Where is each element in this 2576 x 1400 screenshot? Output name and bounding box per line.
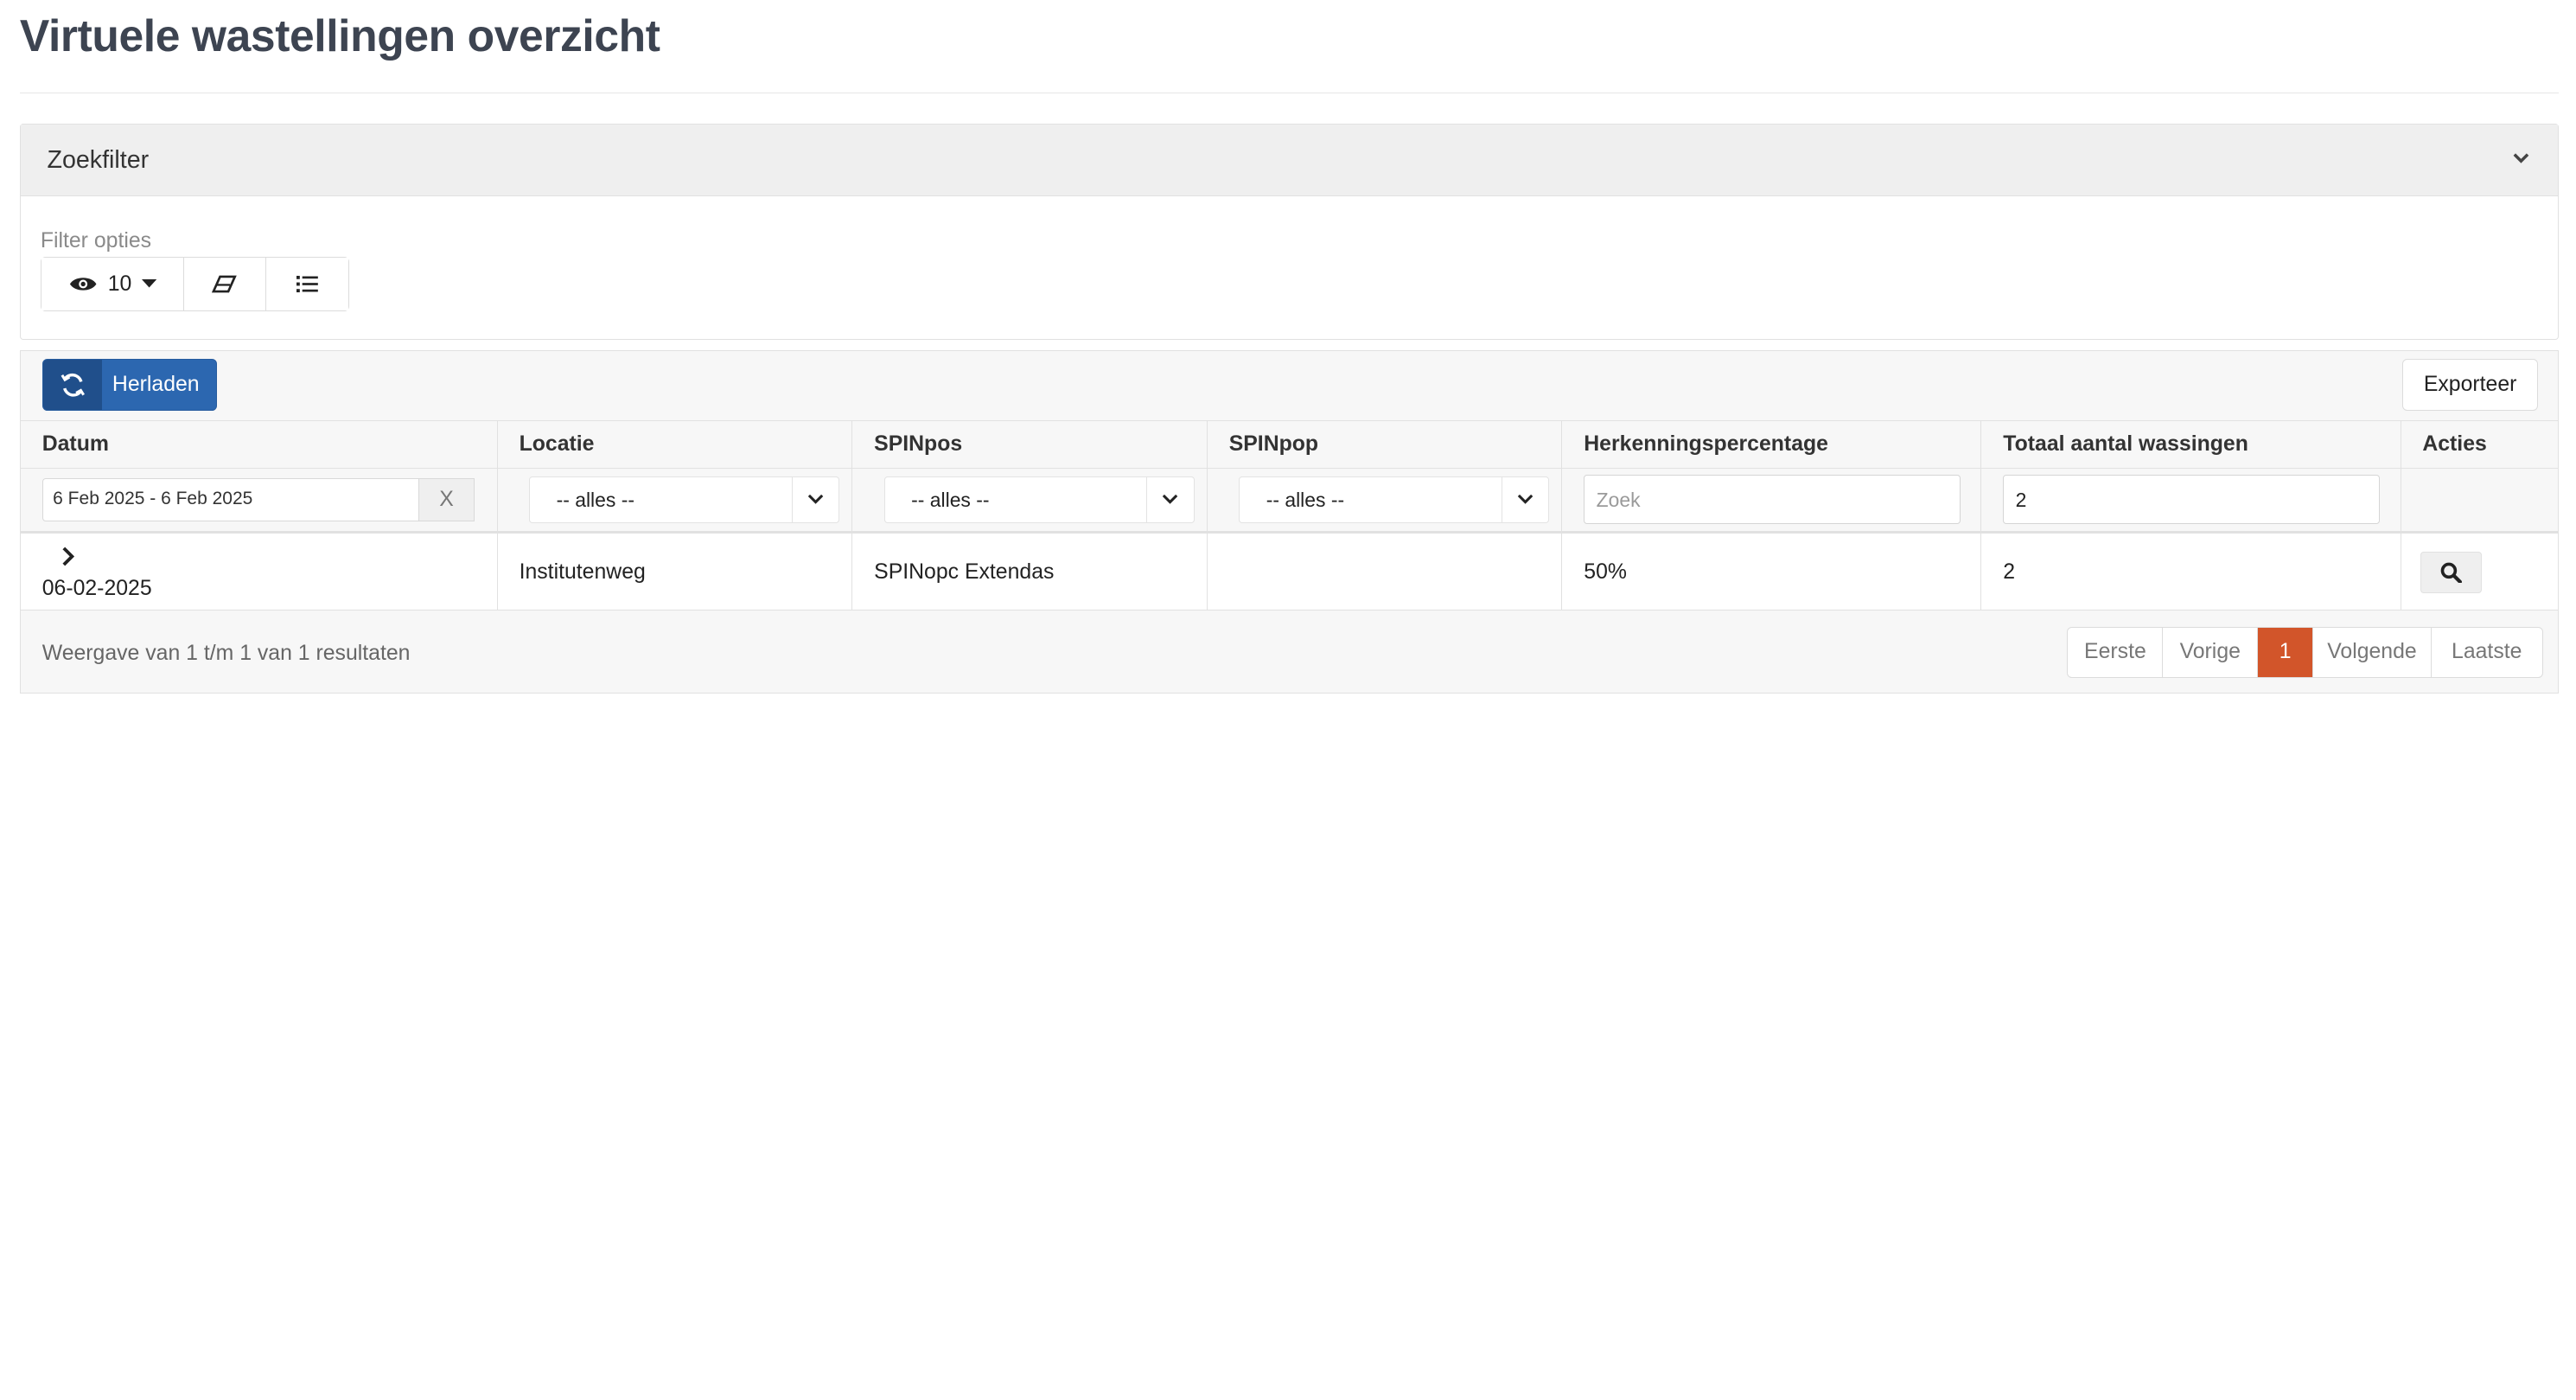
totaal-filter-input[interactable]: 2 <box>2003 475 2380 525</box>
reload-button[interactable]: Herladen <box>41 359 218 411</box>
cell-herkenning: 50% <box>1562 534 1982 610</box>
pager-next[interactable]: Volgende <box>2313 627 2432 677</box>
cell-spinpop <box>1208 534 1563 610</box>
spinpop-select[interactable]: -- alles -- <box>1239 476 1550 523</box>
results-container: Herladen Exporteer Datum Locatie SPINpos… <box>19 349 2559 694</box>
search-filter-panel: Zoekfilter Filter opties 10 <box>19 124 2559 341</box>
table-header: Datum Locatie SPINpos SPINpop Herkenning… <box>20 420 2558 469</box>
pager-current-page[interactable]: 1 <box>2258 627 2314 677</box>
cell-acties <box>2401 534 2558 610</box>
view-details-button[interactable] <box>2420 552 2483 593</box>
clear-filters-button[interactable] <box>184 257 266 311</box>
export-button[interactable]: Exporteer <box>2402 359 2538 411</box>
column-header-acties: Acties <box>2422 432 2487 457</box>
page: Virtuele wastellingen overzicht Zoekfilt… <box>0 0 2575 733</box>
pager-previous[interactable]: Vorige <box>2163 627 2259 677</box>
locatie-select[interactable]: -- alles -- <box>529 476 840 523</box>
spinpop-select-value: -- alles -- <box>1266 489 1345 512</box>
chevron-down-icon <box>1146 477 1193 522</box>
filter-options-buttons: 10 <box>40 256 350 312</box>
filter-cell-datum: 6 Feb 2025 - 6 Feb 2025 X <box>21 468 498 532</box>
spinpos-select-value: -- alles -- <box>911 489 990 512</box>
date-clear-button[interactable]: X <box>419 477 475 521</box>
list-icon <box>296 275 318 293</box>
column-header-totaal[interactable]: Totaal aantal wassingen <box>1981 421 2401 468</box>
table-footer: Weergave van 1 t/m 1 van 1 resultaten Ee… <box>21 612 2558 692</box>
filter-options-label: Filter opties <box>40 228 152 253</box>
search-filter-header[interactable]: Zoekfilter <box>20 125 2558 197</box>
eraser-icon <box>212 275 238 293</box>
filter-cell-herkenning: Zoek <box>1562 468 1982 532</box>
filter-cell-totaal: 2 <box>1981 468 2401 532</box>
cell-datum: 06-02-2025 <box>21 534 498 610</box>
reload-label: Herladen <box>112 373 200 397</box>
results-table: Datum Locatie SPINpos SPINpop Herkenning… <box>20 420 2558 611</box>
filter-cell-spinpop: -- alles -- <box>1208 468 1563 532</box>
date-range-filter: 6 Feb 2025 - 6 Feb 2025 X <box>41 477 475 521</box>
refresh-icon <box>42 360 103 410</box>
column-header-spinpop[interactable]: SPINpop <box>1208 421 1563 468</box>
filter-cell-locatie: -- alles -- <box>498 468 853 532</box>
results-summary: Weergave van 1 t/m 1 van 1 resultaten <box>41 641 411 665</box>
column-header-spinpos[interactable]: SPINpos <box>852 421 1208 468</box>
page-size-value: 10 <box>107 272 132 296</box>
column-header-herkenning[interactable]: Herkenningspercentage <box>1562 421 1982 468</box>
chevron-right-icon[interactable] <box>61 547 75 566</box>
search-icon <box>2441 562 2463 584</box>
pager-first[interactable]: Eerste <box>2068 627 2164 677</box>
cell-totaal: 2 <box>1981 534 2401 610</box>
page-title: Virtuele wastellingen overzicht <box>19 10 660 61</box>
herkenning-search-input[interactable]: Zoek <box>1584 475 1961 525</box>
filter-cell-acties <box>2401 469 2558 532</box>
caret-down-icon <box>141 278 156 288</box>
spinpos-select[interactable]: -- alles -- <box>883 476 1195 523</box>
chevron-down-icon <box>1501 477 1548 522</box>
datum-value: 06-02-2025 <box>41 576 152 600</box>
filter-row: 6 Feb 2025 - 6 Feb 2025 X -- alles -- --… <box>20 468 2558 534</box>
eye-icon <box>69 278 97 291</box>
date-range-input[interactable]: 6 Feb 2025 - 6 Feb 2025 <box>41 477 420 521</box>
chevron-down-icon <box>791 477 838 522</box>
column-header-datum[interactable]: Datum <box>21 421 498 468</box>
table-row: 06-02-2025 Institutenweg SPINopc Extenda… <box>20 534 2558 611</box>
pagination: Eerste Vorige 1 Volgende Laatste <box>2067 626 2543 678</box>
column-list-button[interactable] <box>265 257 349 311</box>
column-header-locatie[interactable]: Locatie <box>498 421 853 468</box>
cell-locatie: Institutenweg <box>498 534 853 610</box>
locatie-select-value: -- alles -- <box>556 489 634 512</box>
pager-last[interactable]: Laatste <box>2432 628 2542 677</box>
cell-spinpos: SPINopc Extendas <box>852 534 1208 610</box>
chevron-down-icon[interactable] <box>2511 148 2531 168</box>
search-filter-title: Zoekfilter <box>47 146 150 175</box>
page-size-dropdown[interactable]: 10 <box>41 257 185 311</box>
filter-cell-spinpos: -- alles -- <box>852 468 1208 532</box>
